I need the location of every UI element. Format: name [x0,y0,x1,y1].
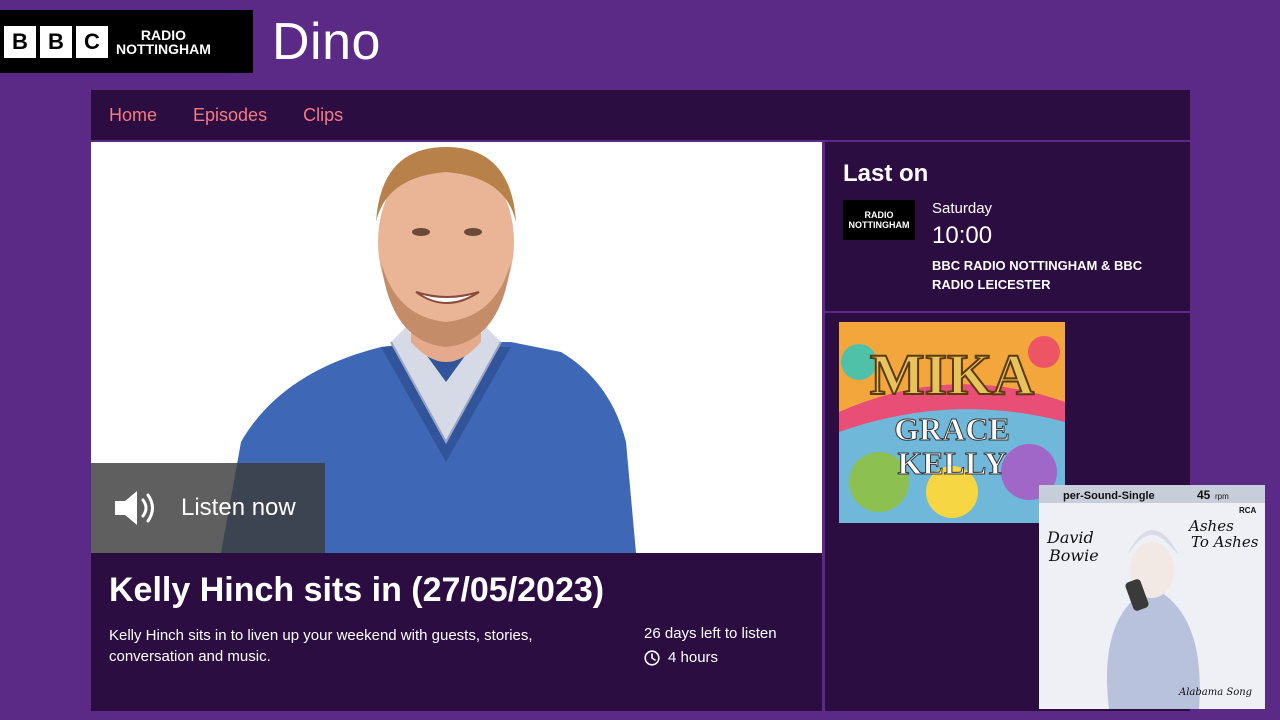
speaker-icon [115,491,154,525]
bowie-artist-line1: David [1046,528,1094,547]
mika-artist: MIKA [870,342,1034,407]
show-title: Dino [272,13,381,71]
duration: 4 hours [644,649,718,666]
bbc-letter-b1: B [4,25,36,58]
listen-now-label: Listen now [181,494,296,521]
bowie-label: RCA [1239,506,1257,515]
logo-line2: NOTTINGHAM [848,220,910,230]
episode-hero-image: Listen now [91,142,822,553]
listen-now-button[interactable]: Listen now [91,463,325,553]
bowie-title-line2: To Ashes [1191,533,1259,551]
mika-title-line2: KELLY [897,445,1006,481]
bowie-artist-line2: Bowie [1048,546,1099,565]
station-line1: RADIO [140,26,186,43]
last-on-panel: Last on RADIO NOTTINGHAM Saturday 10:00 … [825,142,1190,311]
clock-icon [644,649,660,666]
last-on-heading: Last on [843,160,929,187]
broadcast-time: 10:00 [932,222,993,249]
mika-grace-kelly-cover: MIKA GRACE KELLY [839,322,1065,523]
episode-info-panel: Kelly Hinch sits in (27/05/2023) Kelly H… [91,553,822,711]
bbc-blocks: B B C [4,25,108,58]
programme-nav: Home Episodes Clips [91,90,1190,140]
station-line2: NOTTINGHAM [116,40,211,57]
nav-clips[interactable]: Clips [303,105,343,126]
availability-text: 26 days left to listen [644,625,777,642]
broadcast-network[interactable]: BBC RADIO NOTTINGHAM & BBC RADIO LEICEST… [932,256,1172,294]
david-bowie-ashes-to-ashes-cover: per-Sound-Single 45 rpm David Bowie Ashe… [1039,485,1265,709]
bowie-header: per-Sound-Single [1063,490,1155,502]
bowie-b-side: Alabama Song [1178,687,1252,698]
bbc-radio-nottingham-logo[interactable]: B B C RADIO NOTTINGHAM [0,10,253,73]
bbc-letter-c: C [76,25,108,58]
logo-line1: RADIO [864,210,894,220]
broadcast-day: Saturday [932,200,993,217]
duration-text: 4 hours [668,649,719,666]
bowie-rpm: 45 [1197,488,1211,502]
bowie-rpm-unit: rpm [1215,492,1229,501]
mika-title-line1: GRACE [894,411,1010,447]
bowie-cover-art: per-Sound-Single 45 rpm David Bowie Ashe… [1039,485,1265,709]
bbc-letter-b2: B [40,25,72,58]
nav-home[interactable]: Home [109,105,157,126]
mika-cover-art: MIKA GRACE KELLY [839,322,1065,523]
station-name: RADIO NOTTINGHAM [116,28,211,56]
episode-description: Kelly Hinch sits in to liven up your wee… [109,627,533,665]
episode-title: Kelly Hinch sits in (27/05/2023) [109,571,605,609]
nav-episodes[interactable]: Episodes [193,105,267,126]
radio-nottingham-logo: RADIO NOTTINGHAM [843,200,915,240]
